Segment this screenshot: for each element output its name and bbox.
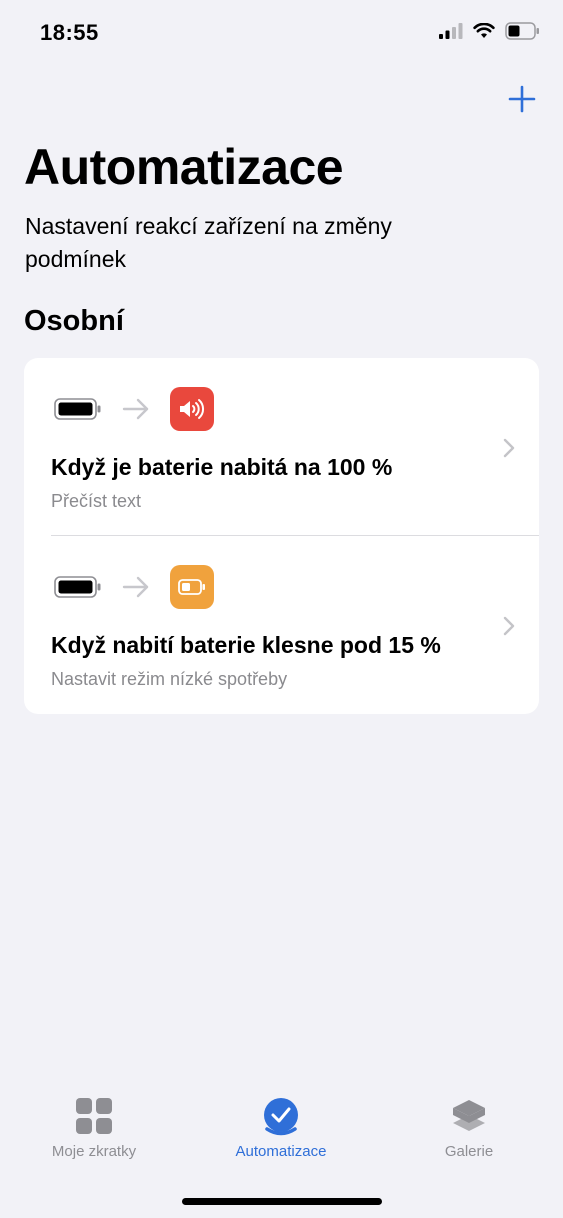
automation-item[interactable]: Když je baterie nabitá na 100 % Přečíst … [24,358,539,536]
checkmark-circle-icon [264,1098,298,1136]
automation-subtitle: Přečíst text [51,491,142,511]
automation-subtitle: Nastavit režim nízké spotřeby [51,669,288,689]
wifi-icon [473,23,495,38]
add-automation-button[interactable] [507,84,537,114]
tab-gallery[interactable]: Galerie [389,1095,549,1160]
layers-icon [453,1100,485,1131]
battery-full-icon [54,576,101,598]
section-title: Osobní [24,305,124,337]
automation-icons [54,565,214,609]
low-battery-icon [178,579,205,595]
tab-label: Moje zkratky [51,1143,137,1160]
automation-list: Když je baterie nabitá na 100 % Přečíst … [24,358,539,714]
speaker-icon [180,399,205,419]
tab-label: Automatizace [235,1143,327,1160]
battery-full-icon [54,398,101,420]
chevron-right-icon [503,616,515,636]
home-indicator [182,1198,382,1205]
system-icons [439,22,541,40]
tab-label: Galerie [444,1143,494,1160]
grid-icon [76,1098,112,1134]
status-bar: 18:55 [0,0,563,70]
automation-item[interactable]: Když nabití baterie klesne pod 15 % Nast… [24,536,539,714]
low-power-mode-action-icon [170,565,214,609]
battery-status-icon [505,22,539,40]
arrow-right-icon [122,398,149,420]
automation-title: Když je baterie nabitá na 100 % [51,454,393,480]
page-title: Automatizace [24,139,344,195]
tab-my-shortcuts[interactable]: Moje zkratky [14,1095,174,1160]
automation-title: Když nabití baterie klesne pod 15 % [51,632,441,658]
tab-automation[interactable]: Automatizace [201,1095,361,1160]
cellular-signal-icon [439,23,463,39]
automation-icons [54,387,214,431]
page-subtitle: Nastavení reakcí zařízení na změny podmí… [25,213,392,272]
speak-text-action-icon [170,387,214,431]
chevron-right-icon [503,438,515,458]
arrow-right-icon [122,576,149,598]
status-time: 18:55 [40,20,99,45]
